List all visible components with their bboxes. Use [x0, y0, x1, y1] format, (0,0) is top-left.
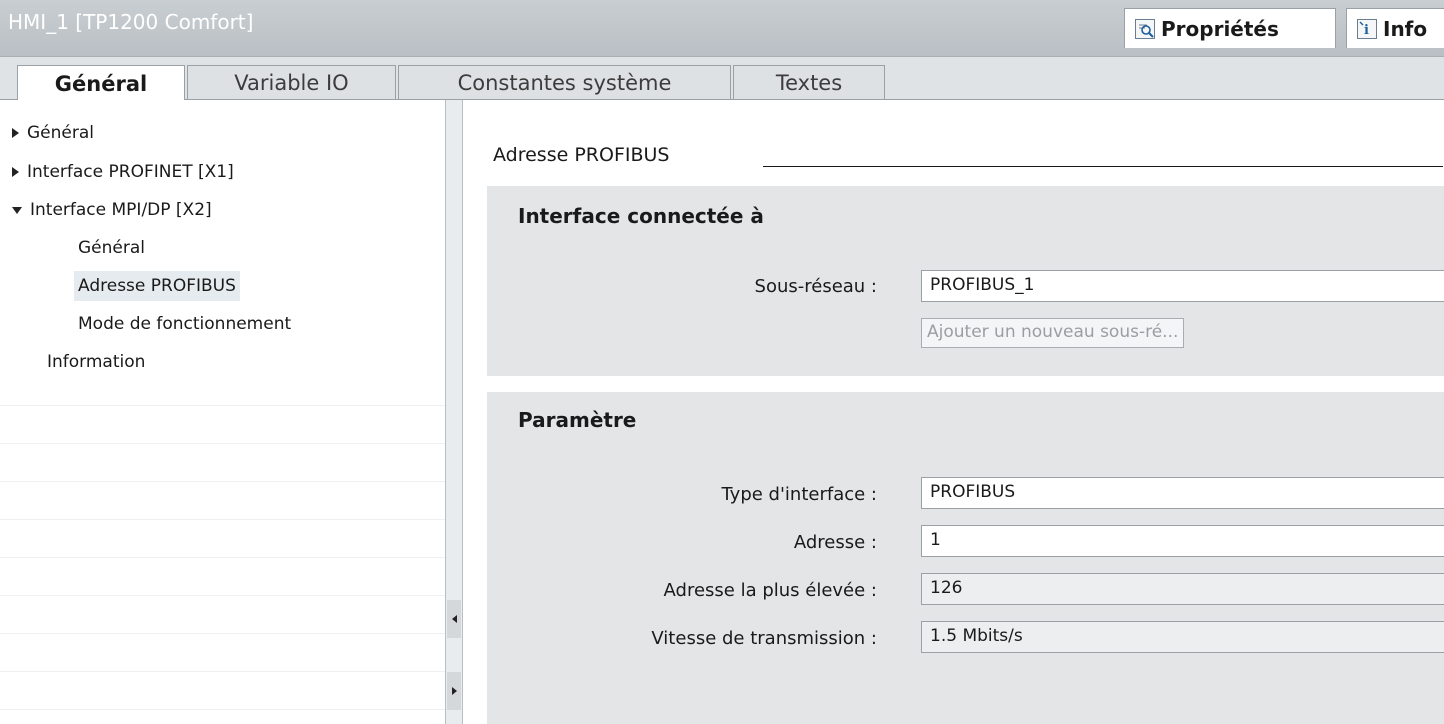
- tab-constantes-systeme[interactable]: Constantes système: [398, 65, 731, 99]
- tree-item-label: Général: [78, 238, 145, 258]
- subnet-field[interactable]: PROFIBUS_1: [921, 270, 1444, 302]
- group-title: Paramètre: [518, 408, 637, 432]
- tab-properties-label: Propriétés: [1161, 16, 1279, 41]
- tab-textes[interactable]: Textes: [733, 65, 885, 99]
- tree-item-label: Interface MPI/DP [X2]: [30, 200, 212, 220]
- highest-address-label: Adresse la plus élevée :: [663, 580, 877, 601]
- properties-content: Adresse PROFIBUS Interface connectée à S…: [463, 100, 1444, 724]
- tree-item-label: Mode de fonctionnement: [78, 314, 292, 334]
- divider: [0, 595, 445, 596]
- add-subnet-button[interactable]: Ajouter un nouveau sous-ré...: [921, 318, 1185, 348]
- divider: [0, 633, 445, 634]
- tab-variable-io[interactable]: Variable IO: [187, 65, 396, 99]
- expand-arrow-icon[interactable]: [12, 167, 19, 177]
- tab-general[interactable]: Général: [17, 65, 185, 101]
- tree-item-label: Information: [47, 352, 146, 372]
- divider: [0, 443, 445, 444]
- section-divider: [763, 166, 1443, 167]
- info-icon: i: [1357, 18, 1377, 39]
- expand-arrow-icon[interactable]: [12, 128, 19, 138]
- tab-properties[interactable]: Propriétés: [1124, 8, 1336, 48]
- title-bar: HMI_1 [TP1200 Comfort] Propriétés i Info: [0, 0, 1444, 57]
- tree-item-mpi-dp[interactable]: Interface MPI/DP [X2]: [12, 195, 212, 225]
- tree-item-mpi-general[interactable]: Général: [78, 233, 145, 263]
- expand-right-button[interactable]: [447, 672, 461, 710]
- tree-item-information[interactable]: Information: [47, 347, 145, 377]
- navigation-tree: Général Interface PROFINET [X1] Interfac…: [0, 100, 445, 724]
- tree-item-label: Interface PROFINET [X1]: [27, 162, 234, 182]
- divider: [0, 405, 445, 406]
- divider: [0, 671, 445, 672]
- svg-text:i: i: [1364, 23, 1369, 38]
- tab-info-label: Info: [1383, 16, 1428, 41]
- tree-item-mode-fonctionnement[interactable]: Mode de fonctionnement: [78, 309, 291, 339]
- address-label: Adresse :: [793, 532, 877, 553]
- divider: [0, 481, 445, 482]
- interface-type-label: Type d'interface :: [721, 484, 877, 505]
- arrow-left-icon: [451, 615, 457, 623]
- subnet-label: Sous-réseau :: [754, 276, 877, 297]
- panel-splitter[interactable]: [445, 100, 463, 724]
- highest-address-field[interactable]: 126: [921, 573, 1444, 605]
- transmission-speed-label: Vitesse de transmission :: [651, 628, 877, 649]
- address-field[interactable]: 1: [921, 525, 1444, 557]
- collapse-left-button[interactable]: [447, 600, 461, 638]
- arrow-right-icon: [451, 687, 457, 695]
- group-title: Interface connectée à: [518, 204, 764, 228]
- group-parametre: Paramètre Type d'interface : PROFIBUS Ad…: [487, 392, 1444, 724]
- divider: [0, 709, 445, 710]
- window-title: HMI_1 [TP1200 Comfort]: [8, 10, 254, 34]
- section-title: Adresse PROFIBUS: [493, 144, 670, 166]
- divider: [0, 519, 445, 520]
- tree-item-adresse-profibus[interactable]: Adresse PROFIBUS: [74, 271, 240, 301]
- group-interface-connectee: Interface connectée à Sous-réseau : PROF…: [487, 186, 1444, 376]
- tree-item-general[interactable]: Général: [12, 118, 94, 148]
- tab-strip: Général Variable IO Constantes système T…: [0, 57, 1444, 101]
- tree-item-label: Général: [27, 123, 94, 143]
- collapse-arrow-icon[interactable]: [12, 206, 22, 214]
- divider: [0, 557, 445, 558]
- transmission-speed-field[interactable]: 1.5 Mbits/s: [921, 621, 1444, 653]
- tree-item-label: Adresse PROFIBUS: [78, 276, 236, 296]
- tab-info[interactable]: i Info: [1346, 8, 1444, 48]
- properties-icon: [1135, 18, 1155, 39]
- tree-item-profinet[interactable]: Interface PROFINET [X1]: [12, 157, 234, 187]
- interface-type-field[interactable]: PROFIBUS: [921, 477, 1444, 509]
